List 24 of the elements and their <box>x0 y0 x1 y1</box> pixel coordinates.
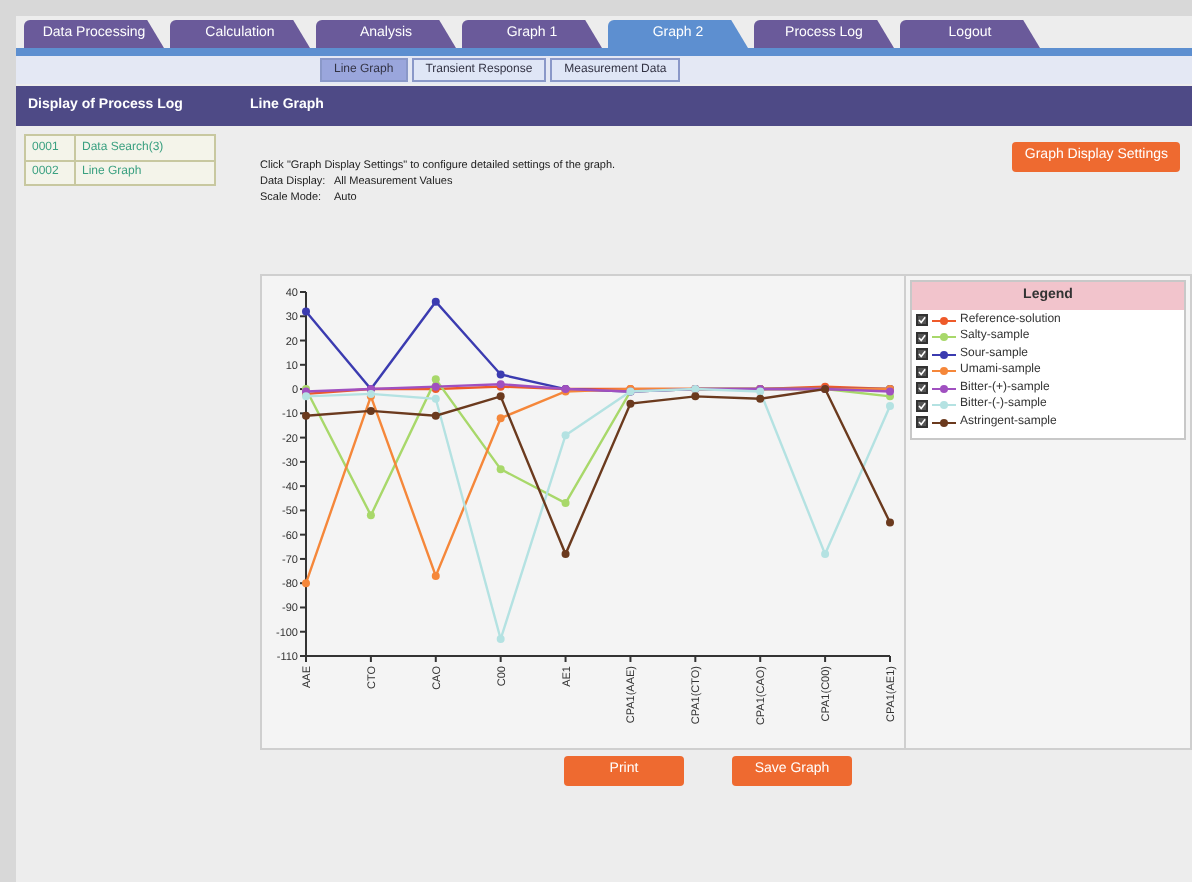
checkbox[interactable] <box>916 331 928 344</box>
data-point <box>431 411 440 420</box>
data-point <box>561 499 570 508</box>
data-point <box>366 511 375 520</box>
data-point <box>496 635 505 643</box>
data-point <box>626 399 635 408</box>
data-point <box>302 411 310 420</box>
data-point <box>496 414 505 423</box>
data-point <box>886 518 894 527</box>
checkbox[interactable] <box>916 382 928 395</box>
data-point <box>496 465 505 474</box>
checkbox[interactable] <box>916 348 928 361</box>
data-point <box>302 579 310 588</box>
checkbox[interactable] <box>916 399 928 412</box>
data-point <box>561 431 570 440</box>
data-point <box>431 297 440 306</box>
checkbox[interactable] <box>916 314 928 327</box>
data-point <box>561 550 570 559</box>
data-point <box>302 307 310 316</box>
checkbox[interactable] <box>916 365 928 378</box>
data-point <box>821 550 830 559</box>
data-point <box>366 406 375 415</box>
checkbox[interactable] <box>916 416 928 429</box>
data-point <box>431 571 440 580</box>
